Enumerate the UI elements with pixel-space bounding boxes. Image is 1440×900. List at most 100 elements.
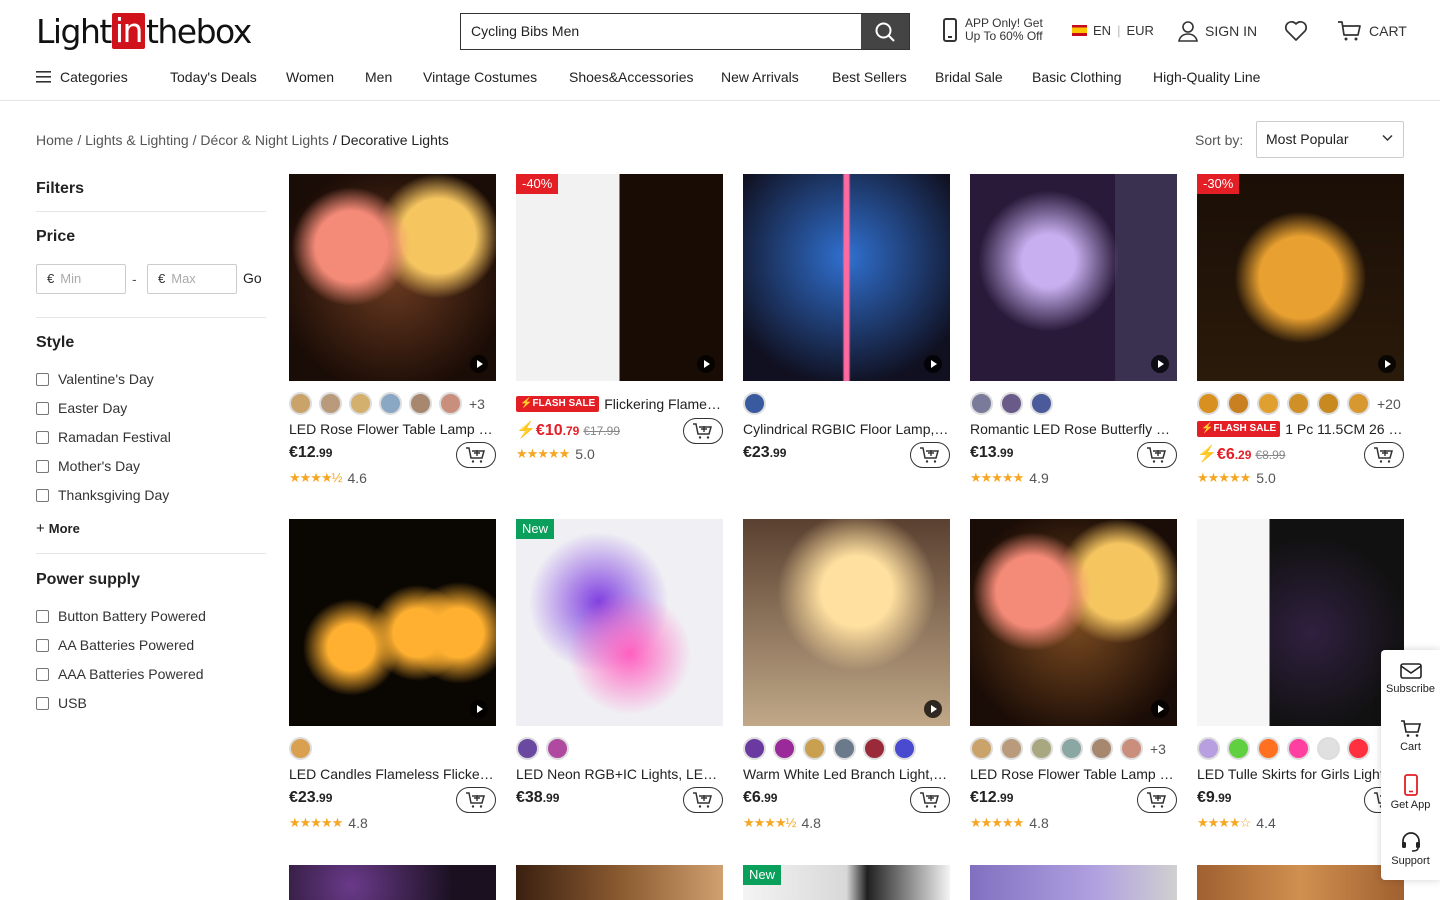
product-card[interactable]: -30%+20⚡FLASH SALE1 Pc 11.5CM 26 letters… [1197,174,1404,494]
color-swatch[interactable] [1347,392,1370,415]
color-swatch[interactable] [773,737,796,760]
style-more-button[interactable]: + More [36,520,80,537]
color-swatch[interactable] [319,392,342,415]
color-swatch[interactable] [1227,737,1250,760]
product-image[interactable] [289,174,496,381]
add-to-cart-button[interactable] [683,418,723,444]
color-swatch[interactable] [743,737,766,760]
more-colors-count[interactable]: +3 [1150,741,1166,757]
add-to-cart-button[interactable] [1137,442,1177,468]
color-swatch[interactable] [1000,737,1023,760]
product-name[interactable]: ⚡FLASH SALE1 Pc 11.5CM 26 letters Light [1197,419,1404,439]
support-button[interactable]: Support [1381,832,1440,867]
checkbox[interactable] [36,696,49,710]
color-swatch[interactable] [516,737,539,760]
product-name[interactable]: Romantic LED Rose Butterfly Lamp [970,419,1177,439]
nav-bridal-sale[interactable]: Bridal Sale [935,69,1003,85]
style-option-valentines-day[interactable]: Valentine's Day [36,371,154,387]
checkbox[interactable] [36,372,49,386]
product-image[interactable] [743,174,950,381]
product-image-partial[interactable] [1197,865,1404,900]
product-name[interactable]: LED Neon RGB+IC Lights, LED Strip [516,764,723,784]
product-image[interactable]: New [516,519,723,726]
play-video-icon[interactable] [697,355,715,373]
color-swatch[interactable] [1197,737,1220,760]
nav-men[interactable]: Men [365,69,392,85]
color-swatch[interactable] [1197,392,1220,415]
product-card[interactable]: +3 LED Rose Flower Table Lamp USB €12.99 ★★… [289,174,496,494]
categories-menu[interactable]: Categories [36,69,128,85]
color-swatch[interactable] [833,737,856,760]
add-to-cart-button[interactable] [683,787,723,813]
power-option-aa-batteries[interactable]: AA Batteries Powered [36,637,194,653]
product-image-partial[interactable]: New [743,865,950,900]
product-image[interactable] [743,519,950,726]
color-swatch[interactable] [1287,737,1310,760]
product-image[interactable] [970,174,1177,381]
color-swatch[interactable] [289,737,312,760]
sort-dropdown[interactable]: Most Popular [1256,121,1404,158]
add-to-cart-button[interactable] [456,442,496,468]
checkbox[interactable] [36,638,49,652]
product-image[interactable] [970,519,1177,726]
product-card[interactable]: Cylindrical RGBIC Floor Lamp, Smart €23.9… [743,174,950,494]
color-swatch[interactable] [863,737,886,760]
product-image-partial[interactable] [970,865,1177,900]
product-image[interactable]: -30% [1197,174,1404,381]
price-max-input[interactable]: € Max [147,264,237,294]
product-image-partial[interactable] [516,865,723,900]
color-swatch[interactable] [379,392,402,415]
color-swatch[interactable] [743,392,766,415]
breadcrumb-lights-lighting[interactable]: / Lights & Lighting [77,132,188,148]
color-swatch[interactable] [1347,737,1370,760]
color-swatch[interactable] [1090,737,1113,760]
checkbox[interactable] [36,488,49,502]
color-swatch[interactable] [289,392,312,415]
checkbox[interactable] [36,430,49,444]
search-button[interactable] [861,14,909,49]
product-image[interactable]: -40% [516,174,723,381]
color-swatch[interactable] [970,392,993,415]
color-swatch[interactable] [1257,392,1280,415]
color-swatch[interactable] [546,737,569,760]
color-swatch[interactable] [803,737,826,760]
color-swatch[interactable] [439,392,462,415]
product-card[interactable]: -40%⚡FLASH SALEFlickering Flame Solar La… [516,174,723,494]
nav-todays-deals[interactable]: Today's Deals [170,69,257,85]
color-swatch[interactable] [1060,737,1083,760]
color-swatch[interactable] [1287,392,1310,415]
product-card[interactable]: LED Candles Flameless Flickering €23.99 ★★… [289,519,496,839]
nav-basic-clothing[interactable]: Basic Clothing [1032,69,1122,85]
play-video-icon[interactable] [924,355,942,373]
power-option-usb[interactable]: USB [36,695,87,711]
color-swatch[interactable] [1317,737,1340,760]
floating-cart-button[interactable]: Cart [1381,719,1440,753]
checkbox[interactable] [36,667,49,681]
nav-vintage-costumes[interactable]: Vintage Costumes [423,69,537,85]
breadcrumb-decor-night-lights[interactable]: / Décor & Night Lights [193,132,329,148]
checkbox[interactable] [36,609,49,623]
nav-best-sellers[interactable]: Best Sellers [832,69,907,85]
color-swatch[interactable] [1030,392,1053,415]
price-go-button[interactable]: Go [243,270,262,286]
play-video-icon[interactable] [1151,355,1169,373]
color-swatch[interactable] [349,392,372,415]
subscribe-button[interactable]: Subscribe [1381,662,1440,695]
sign-in-link[interactable]: SIGN IN [1177,20,1257,42]
product-name[interactable]: LED Tulle Skirts for Girls Light Up [1197,764,1404,784]
add-to-cart-button[interactable] [456,787,496,813]
wishlist-button[interactable] [1284,20,1308,47]
product-card[interactable]: LED Tulle Skirts for Girls Light Up €9.99… [1197,519,1404,839]
search-input[interactable]: Cycling Bibs Men [461,14,861,49]
play-video-icon[interactable] [470,700,488,718]
play-video-icon[interactable] [1151,700,1169,718]
breadcrumb-home[interactable]: Home [36,132,73,148]
product-name[interactable]: LED Rose Flower Table Lamp USB [970,764,1177,784]
product-card[interactable]: New LED Neon RGB+IC Lights, LED Strip €38.… [516,519,723,839]
nav-women[interactable]: Women [286,69,334,85]
style-option-mothers-day[interactable]: Mother's Day [36,458,140,474]
nav-new-arrivals[interactable]: New Arrivals [721,69,799,85]
color-swatch[interactable] [1317,392,1340,415]
site-logo[interactable]: Light in thebox [36,12,252,51]
color-swatch[interactable] [409,392,432,415]
